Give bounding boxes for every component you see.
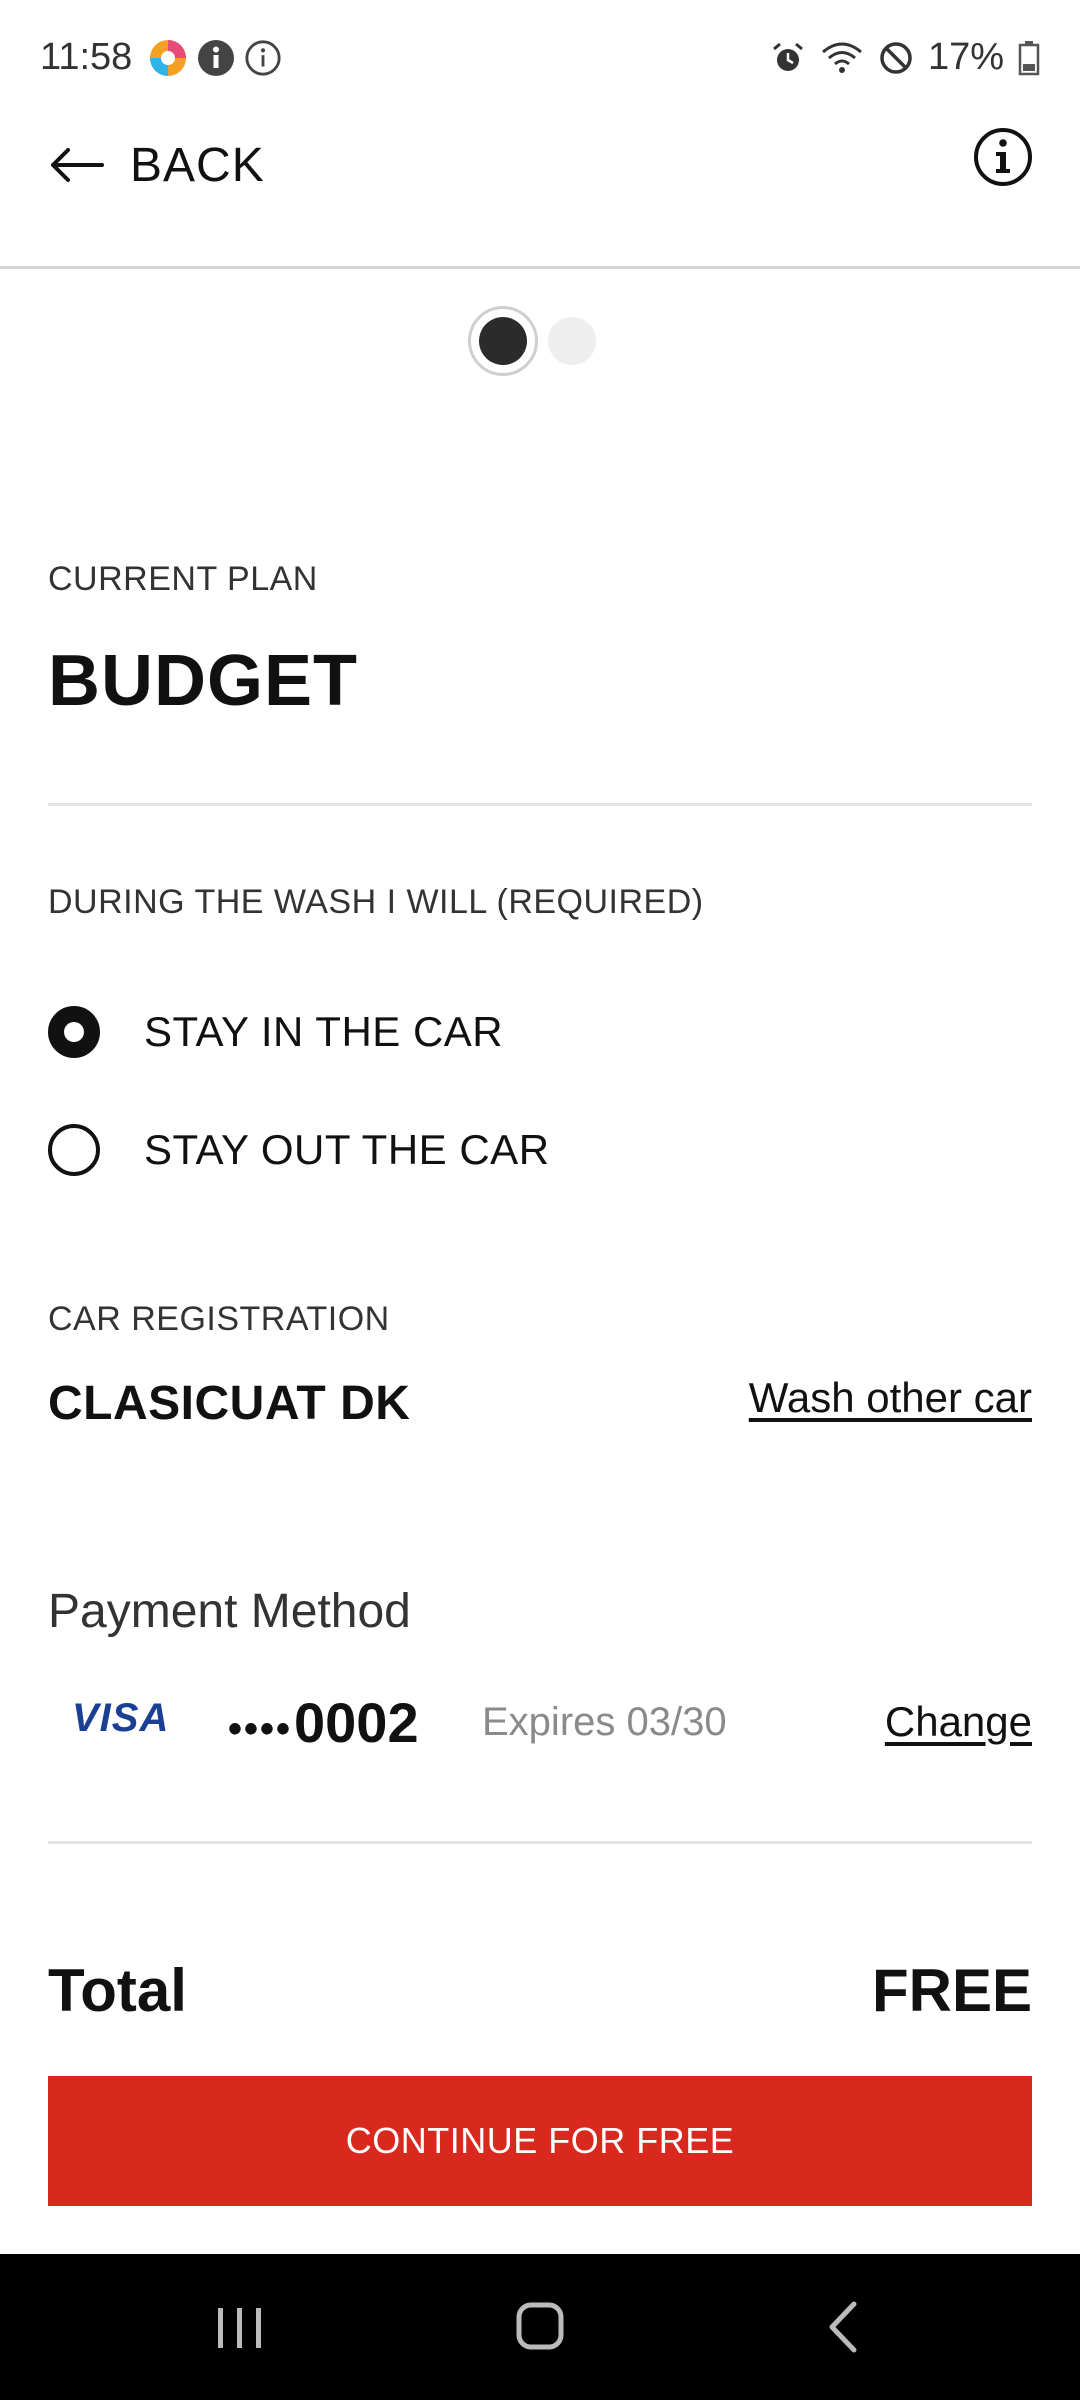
back-label: BACK xyxy=(130,138,265,192)
wifi-icon xyxy=(821,42,862,73)
radio-button-checked[interactable] xyxy=(48,1006,100,1058)
arrow-left-icon xyxy=(51,148,104,182)
divider xyxy=(48,1841,1032,1844)
car-registration-value: CLASICUAT DK xyxy=(48,1377,411,1430)
car-registration-label: CAR REGISTRATION xyxy=(48,1300,390,1338)
card-last-four: 0002 xyxy=(294,1691,419,1754)
change-payment-link[interactable]: Change xyxy=(885,1698,1032,1746)
card-expiry: Expires 03/30 xyxy=(482,1700,727,1744)
system-nav-bar xyxy=(0,2254,1080,2400)
page-indicator xyxy=(468,306,596,376)
back-button[interactable]: BACK xyxy=(48,128,265,202)
wash-option-label: DURING THE WASH I WILL (REQUIRED) xyxy=(48,883,704,921)
status-right-icons: 17% xyxy=(770,36,1040,79)
continue-for-free-button[interactable]: CONTINUE FOR FREE xyxy=(48,2076,1032,2206)
recent-apps-icon[interactable] xyxy=(200,2294,280,2360)
checkout-screen: 11:58 17% BACK CURRENT PLAN BUDGET DURIN… xyxy=(0,0,1080,2400)
info-outline-icon xyxy=(245,40,281,76)
current-plan-label: CURRENT PLAN xyxy=(48,560,318,598)
alarm-icon xyxy=(772,42,803,71)
info-filled-icon xyxy=(198,40,234,76)
total-value: FREE xyxy=(871,1957,1032,2024)
plan-name: BUDGET xyxy=(48,641,358,721)
status-left-icons xyxy=(148,38,282,78)
info-circle-icon[interactable] xyxy=(972,126,1034,188)
status-time: 11:58 xyxy=(40,36,133,78)
divider xyxy=(48,803,1032,806)
page-dot-active[interactable] xyxy=(468,306,538,376)
radio-label: STAY IN THE CAR xyxy=(144,1008,504,1055)
total-label: Total xyxy=(48,1957,187,2024)
battery-percent: 17% xyxy=(927,36,1004,78)
wash-other-car-link[interactable]: Wash other car xyxy=(749,1374,1032,1422)
app-bar: BACK xyxy=(0,110,1080,269)
radio-button-unchecked[interactable] xyxy=(48,1124,100,1176)
back-chevron-icon[interactable] xyxy=(804,2294,884,2360)
visa-logo: VISA xyxy=(72,1696,170,1740)
home-icon[interactable] xyxy=(500,2294,580,2360)
radio-stay-in-car[interactable]: STAY IN THE CAR xyxy=(48,1002,503,1062)
card-mask: •••• xyxy=(228,1707,293,1751)
radio-stay-out-car[interactable]: STAY OUT THE CAR xyxy=(48,1120,550,1180)
do-not-disturb-icon xyxy=(880,41,912,74)
payment-method-title: Payment Method xyxy=(48,1585,411,1638)
battery-icon xyxy=(1018,40,1040,75)
card-number: •••• 0002 xyxy=(228,1690,419,1755)
app-notification-icon xyxy=(150,40,186,76)
status-bar: 11:58 17% xyxy=(0,0,1080,120)
radio-label: STAY OUT THE CAR xyxy=(144,1126,550,1173)
page-dot-inactive[interactable] xyxy=(548,317,596,365)
